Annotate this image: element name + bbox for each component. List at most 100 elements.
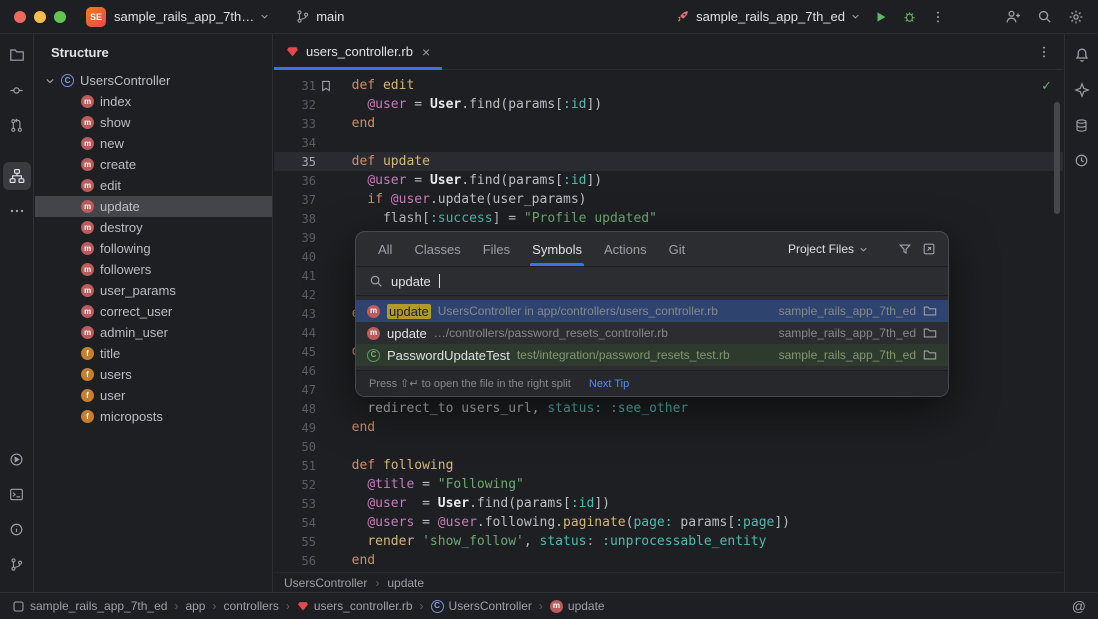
breadcrumb-app[interactable]: app — [185, 599, 205, 613]
project-tool-icon[interactable] — [3, 41, 31, 69]
problems-tool-icon[interactable] — [3, 515, 31, 543]
structure-item-microposts[interactable]: f microposts — [35, 406, 272, 427]
line-number[interactable]: 55 — [274, 535, 316, 549]
breadcrumb-controllers[interactable]: controllers — [223, 599, 278, 613]
code-line-55[interactable]: 55 render 'show_follow', status: :unproc… — [274, 532, 1063, 551]
line-number[interactable]: 31 — [274, 79, 316, 93]
line-number[interactable]: 32 — [274, 98, 316, 112]
open-in-editor-icon[interactable] — [922, 242, 936, 256]
line-number[interactable]: 36 — [274, 174, 316, 188]
editor-scrollbar[interactable] — [1054, 102, 1060, 214]
code-line-35[interactable]: 35 def update — [274, 152, 1063, 171]
line-number[interactable]: 56 — [274, 554, 316, 568]
version-control-tool-icon[interactable] — [3, 550, 31, 578]
popup-tab-classes[interactable]: Classes — [414, 232, 460, 266]
popup-tab-files[interactable]: Files — [483, 232, 510, 266]
structure-item-update[interactable]: m update — [35, 196, 272, 217]
next-tip-link[interactable]: Next Tip — [589, 378, 629, 390]
search-result-1[interactable]: m update UsersController in app/controller… — [356, 300, 948, 322]
terminal-tool-icon[interactable] — [3, 480, 31, 508]
line-number[interactable]: 50 — [274, 440, 316, 454]
code-line-49[interactable]: 49 end — [274, 418, 1063, 437]
line-number[interactable]: 48 — [274, 402, 316, 416]
structure-item-title[interactable]: f title — [35, 343, 272, 364]
popup-tab-git[interactable]: Git — [669, 232, 686, 266]
line-number[interactable]: 35 — [274, 155, 316, 169]
code-line-50[interactable]: 50 — [274, 437, 1063, 456]
notifications-bell-icon[interactable] — [1068, 41, 1096, 69]
inspections-ok-icon[interactable]: ✓ — [1041, 78, 1052, 94]
structure-item-destroy[interactable]: m destroy — [35, 217, 272, 238]
structure-item-new[interactable]: m new — [35, 133, 272, 154]
code-line-31[interactable]: 31 def edit — [274, 76, 1063, 95]
popup-tab-all[interactable]: All — [378, 232, 392, 266]
filter-funnel-icon[interactable] — [898, 242, 912, 256]
ai-assistant-icon[interactable] — [1068, 76, 1096, 104]
line-number[interactable]: 43 — [274, 307, 316, 321]
editor-options-icon[interactable] — [1025, 34, 1063, 69]
more-run-actions-button[interactable] — [931, 10, 945, 24]
line-number[interactable]: 38 — [274, 212, 316, 226]
structure-item-following[interactable]: m following — [35, 238, 272, 259]
breadcrumb-UsersController[interactable]: C UsersController — [430, 599, 532, 613]
code-line-32[interactable]: 32 @user = User.find(params[:id]) — [274, 95, 1063, 114]
line-number[interactable]: 52 — [274, 478, 316, 492]
line-number[interactable]: 54 — [274, 516, 316, 530]
structure-item-user_params[interactable]: m user_params — [35, 280, 272, 301]
tab-users-controller[interactable]: users_controller.rb × — [274, 34, 443, 70]
line-number[interactable]: 41 — [274, 269, 316, 283]
run-config-widget[interactable]: sample_rails_app_7th_ed — [675, 9, 860, 24]
breadcrumb-method[interactable]: update — [387, 576, 424, 590]
add-user-icon[interactable] — [1005, 9, 1021, 25]
line-number[interactable]: 39 — [274, 231, 316, 245]
search-icon[interactable] — [1037, 9, 1052, 24]
search-input[interactable]: update — [356, 266, 948, 296]
line-number[interactable]: 51 — [274, 459, 316, 473]
structure-item-admin_user[interactable]: m admin_user — [35, 322, 272, 343]
structure-item-show[interactable]: m show — [35, 112, 272, 133]
code-line-54[interactable]: 54 @users = @user.following.paginate(pag… — [274, 513, 1063, 532]
popup-tab-symbols[interactable]: Symbols — [530, 232, 584, 266]
line-number[interactable]: 46 — [274, 364, 316, 378]
search-result-2[interactable]: m update …/controllers/password_resets_con… — [356, 322, 948, 344]
close-tab-icon[interactable]: × — [422, 44, 430, 60]
breadcrumb-users_controller.rb[interactable]: users_controller.rb — [297, 599, 413, 613]
code-line-36[interactable]: 36 @user = User.find(params[:id]) — [274, 171, 1063, 190]
popup-tab-actions[interactable]: Actions — [604, 232, 647, 266]
breadcrumb-sample_rails_app_7th_ed[interactable]: sample_rails_app_7th_ed — [12, 599, 167, 613]
close-window-button[interactable] — [14, 10, 26, 23]
line-number[interactable]: 42 — [274, 288, 316, 302]
code-line-33[interactable]: 33 end — [274, 114, 1063, 133]
structure-item-index[interactable]: m index — [35, 91, 272, 112]
structure-item-create[interactable]: m create — [35, 154, 272, 175]
structure-item-followers[interactable]: m followers — [35, 259, 272, 280]
code-line-37[interactable]: 37 if @user.update(user_params) — [274, 190, 1063, 209]
scope-selector[interactable]: Project Files — [788, 242, 868, 256]
code-line-56[interactable]: 56 end — [274, 551, 1063, 570]
more-tool-windows-icon[interactable] — [3, 197, 31, 225]
search-result-3[interactable]: C PasswordUpdateTest test/integration/pass… — [356, 344, 948, 366]
structure-root-users-controller[interactable]: C UsersController — [35, 70, 272, 91]
breadcrumb-class[interactable]: UsersController — [284, 576, 367, 590]
history-tool-icon[interactable] — [1068, 146, 1096, 174]
zoom-window-button[interactable] — [54, 10, 66, 23]
database-tool-icon[interactable] — [1068, 111, 1096, 139]
line-number[interactable]: 45 — [274, 345, 316, 359]
structure-item-users[interactable]: f users — [35, 364, 272, 385]
minimize-window-button[interactable] — [34, 10, 46, 23]
breadcrumb-update[interactable]: m update — [549, 599, 605, 613]
line-number[interactable]: 47 — [274, 383, 316, 397]
code-line-53[interactable]: 53 @user = User.find(params[:id]) — [274, 494, 1063, 513]
branch-widget[interactable]: main — [295, 9, 344, 24]
line-number[interactable]: 44 — [274, 326, 316, 340]
structure-tool-icon[interactable] — [2, 162, 31, 190]
structure-item-edit[interactable]: m edit — [35, 175, 272, 196]
at-icon[interactable]: @ — [1072, 598, 1086, 614]
line-number[interactable]: 34 — [274, 136, 316, 150]
line-number[interactable]: 37 — [274, 193, 316, 207]
code-line-52[interactable]: 52 @title = "Following" — [274, 475, 1063, 494]
code-line-51[interactable]: 51 def following — [274, 456, 1063, 475]
project-widget[interactable]: sample_rails_app_7th… — [114, 9, 269, 24]
line-number[interactable]: 33 — [274, 117, 316, 131]
code-line-38[interactable]: 38 flash[:success] = "Profile updated" — [274, 209, 1063, 228]
